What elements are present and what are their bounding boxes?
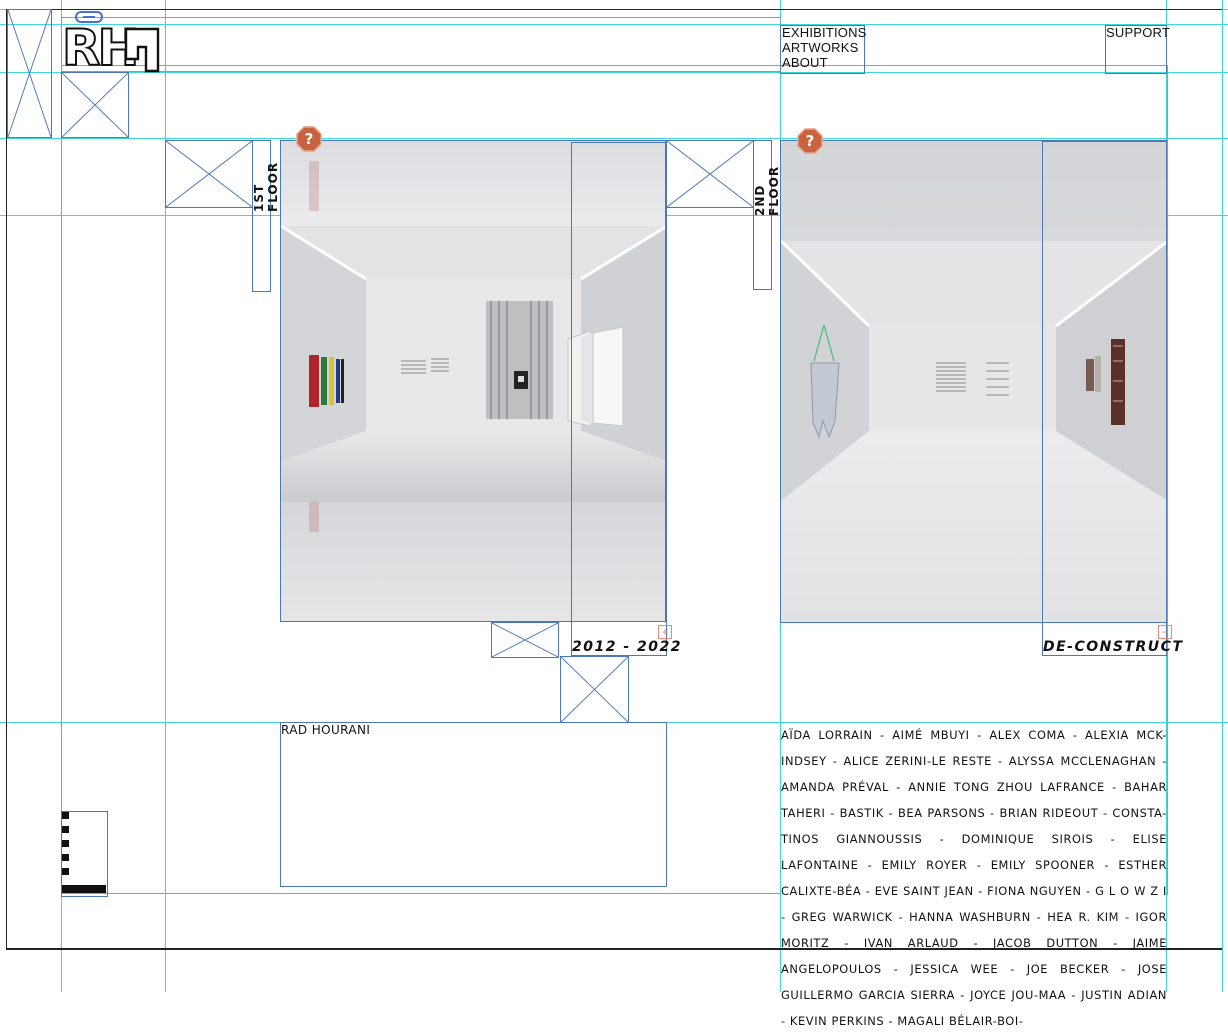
- svg-text:?: ?: [806, 132, 815, 150]
- scroll-track: [62, 812, 70, 882]
- nav-artworks[interactable]: ARTWORKS: [782, 41, 858, 55]
- nav-support[interactable]: SUPPORT: [1106, 26, 1170, 40]
- placeholder-image: [61, 72, 129, 138]
- svg-text:?: ?: [305, 130, 314, 148]
- floor-1-caption[interactable]: 2012 - 2022: [572, 639, 682, 655]
- floor-1-label[interactable]: 1ST FLOOR: [252, 142, 280, 212]
- minus-icon[interactable]: −: [1158, 625, 1172, 639]
- scroll-bar[interactable]: [62, 885, 106, 893]
- floor-2-label[interactable]: 2ND FLOOR: [753, 142, 781, 216]
- question-octagon-icon[interactable]: ?: [797, 128, 823, 154]
- placeholder-image: [560, 656, 629, 723]
- artist-info-box: [280, 722, 667, 887]
- caption-frame: [1042, 141, 1167, 656]
- placeholder-image: [165, 140, 253, 208]
- floor-2-caption[interactable]: DE-CONSTRUCT: [1043, 639, 1184, 655]
- question-octagon-icon[interactable]: ?: [296, 126, 322, 152]
- header-bar: [61, 17, 781, 72]
- artists-list: AÏDA LORRAIN - AIMÉ MBUYI - ALEX COMA - …: [781, 728, 1167, 1028]
- placeholder-image: [491, 622, 559, 658]
- nav-exhibitions[interactable]: EXHIBITIONS: [782, 26, 867, 40]
- placeholder-image: [666, 140, 754, 208]
- brand-logo[interactable]: RH: [61, 18, 166, 78]
- artist-name[interactable]: RAD HOURANI: [281, 723, 370, 737]
- placeholder-image: [7, 9, 52, 138]
- caption-frame: [571, 142, 667, 656]
- nav-about[interactable]: ABOUT: [782, 56, 828, 70]
- add-icon[interactable]: +: [658, 625, 672, 639]
